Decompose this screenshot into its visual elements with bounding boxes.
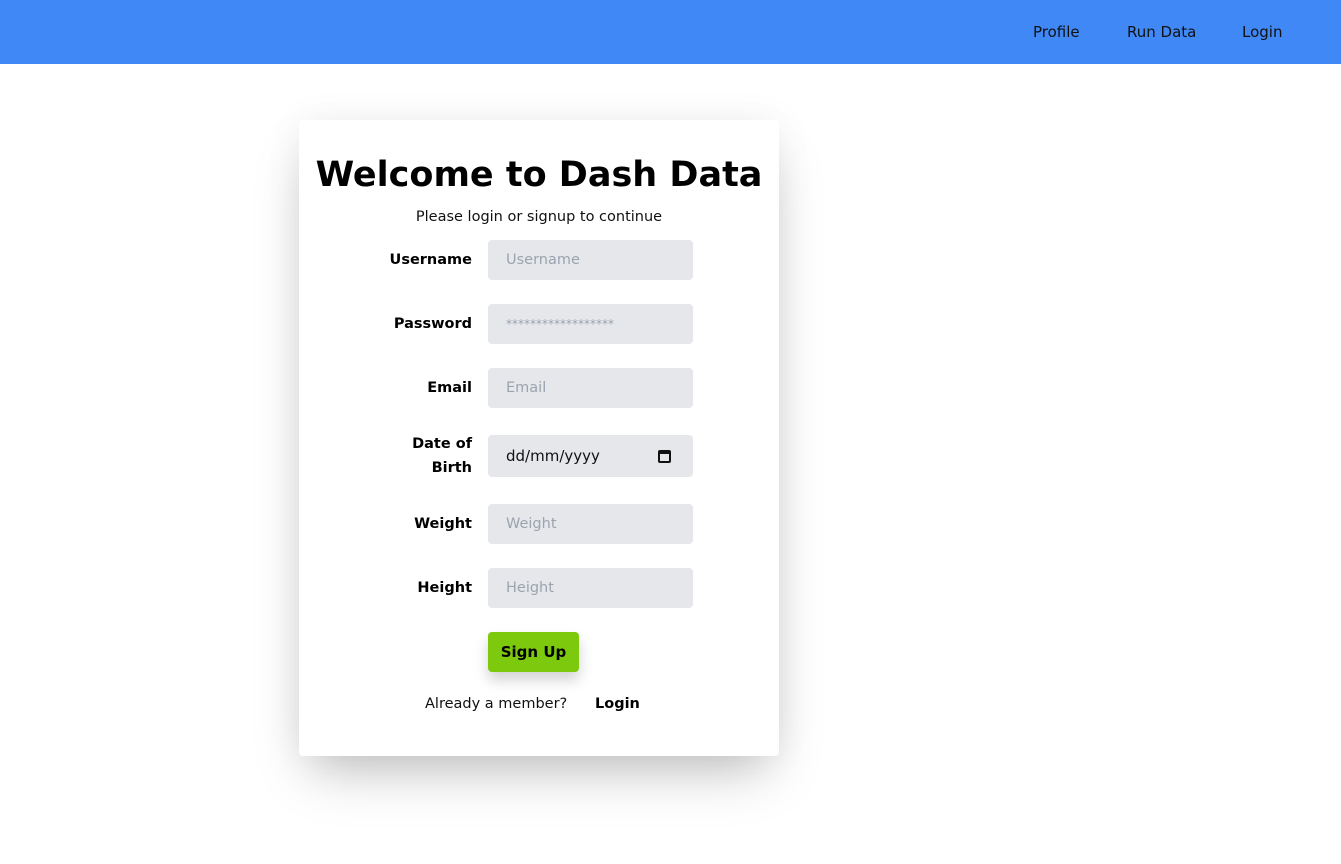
already-member-text: Already a member? <box>425 696 568 712</box>
password-label: Password <box>393 316 472 332</box>
weight-label: Weight <box>414 516 472 532</box>
sign-up-button[interactable]: Sign Up <box>488 632 579 672</box>
email-input[interactable] <box>488 368 693 408</box>
signup-card: Welcome to Dash Data Please login or sig… <box>299 120 779 756</box>
weight-input[interactable] <box>488 504 693 544</box>
page-title: Welcome to Dash Data <box>315 155 763 195</box>
password-input[interactable] <box>488 304 693 344</box>
nav-run-data-link[interactable]: Run Data <box>1127 0 1196 64</box>
page-subtitle: Please login or signup to continue <box>415 209 663 225</box>
height-input[interactable] <box>488 568 693 608</box>
date-of-birth-input[interactable]: dd/mm/yyyy <box>488 435 693 477</box>
dob-label: Date of Birth <box>292 432 472 480</box>
date-placeholder: dd/mm/yyyy <box>506 447 600 465</box>
top-navbar: Profile Run Data Login <box>0 0 1341 64</box>
username-input[interactable] <box>488 240 693 280</box>
email-label: Email <box>427 380 472 396</box>
height-label: Height <box>417 580 472 596</box>
login-link[interactable]: Login <box>595 694 640 714</box>
nav-login-link[interactable]: Login <box>1242 0 1282 64</box>
calendar-icon[interactable] <box>658 450 671 463</box>
dob-label-line2: Birth <box>431 460 472 476</box>
username-label: Username <box>389 252 472 268</box>
dob-label-line1: Date of <box>412 436 472 452</box>
nav-profile-link[interactable]: Profile <box>1033 0 1080 64</box>
